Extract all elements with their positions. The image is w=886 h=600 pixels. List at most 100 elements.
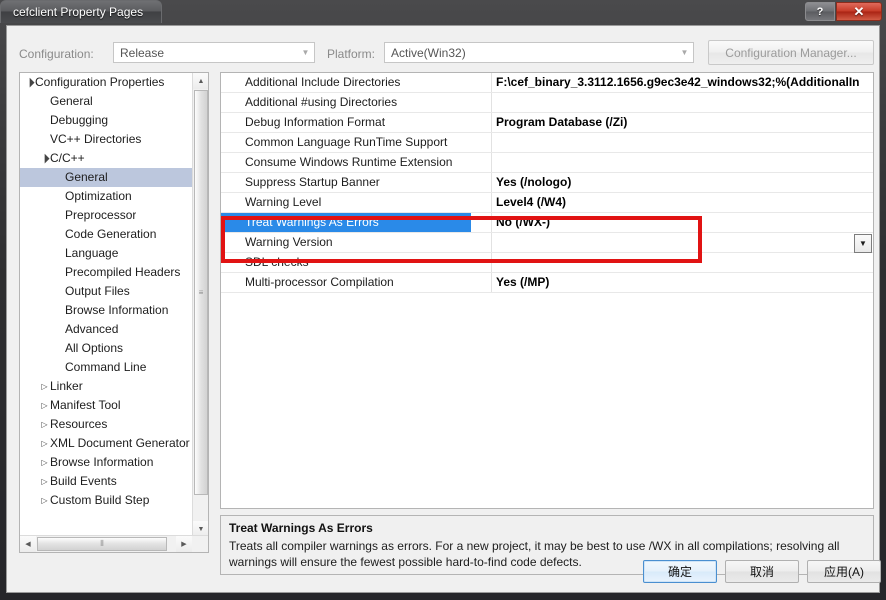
tree-item-label: Browse Information (50, 455, 154, 469)
tree-item-custom-build-step[interactable]: ▷ Custom Build Step (20, 491, 193, 510)
property-row[interactable]: Multi-processor Compilation Yes (/MP) (221, 273, 873, 293)
tree-item-c-c[interactable]: ◢ C/C++ (20, 149, 193, 168)
value-dropdown-button[interactable]: ▼ (854, 234, 872, 253)
column-splitter[interactable] (491, 113, 492, 132)
property-row[interactable]: Warning Version (221, 233, 873, 253)
property-name: Additional #using Directories (245, 95, 398, 109)
column-splitter[interactable] (491, 233, 492, 252)
property-row[interactable]: Debug Information Format Program Database… (221, 113, 873, 133)
expander-collapsed-icon[interactable]: ▷ (39, 377, 50, 396)
tree-item-preprocessor[interactable]: Preprocessor (20, 206, 193, 225)
column-splitter[interactable] (491, 93, 492, 112)
tree-horizontal-scroll-thumb[interactable]: ⦀ (37, 537, 167, 551)
expander-collapsed-icon[interactable]: ▷ (39, 434, 50, 453)
tree-item-command-line[interactable]: Command Line (20, 358, 193, 377)
property-value[interactable] (493, 233, 871, 252)
help-icon[interactable]: ? (805, 2, 835, 21)
property-row[interactable]: Additional #using Directories (221, 93, 873, 113)
tree-item-all-options[interactable]: All Options (20, 339, 193, 358)
property-row[interactable]: Additional Include Directories F:\cef_bin… (221, 73, 873, 93)
property-name: Treat Warnings As Errors (221, 213, 471, 232)
expander-collapsed-icon[interactable]: ▷ (39, 396, 50, 415)
property-row[interactable]: Warning Level Level4 (/W4) (221, 193, 873, 213)
tree-item-label: Custom Build Step (50, 493, 150, 507)
property-value[interactable]: Yes (/nologo) (493, 173, 871, 192)
tree-item-optimization[interactable]: Optimization (20, 187, 193, 206)
property-value[interactable]: Yes (/MP) (493, 273, 871, 292)
tree-item-configuration-properties[interactable]: ◢ Configuration Properties (20, 73, 193, 92)
configuration-value: Release (120, 45, 165, 60)
scroll-up-icon[interactable]: ▲ (193, 73, 208, 89)
column-splitter[interactable] (491, 253, 492, 272)
property-name: Warning Level (245, 195, 322, 209)
ok-button[interactable]: 确定 (643, 560, 717, 583)
tree-item-label: Command Line (65, 360, 147, 374)
column-splitter[interactable] (491, 193, 492, 212)
property-value[interactable]: No (/WX-) (493, 213, 871, 232)
column-splitter[interactable] (491, 173, 492, 192)
tree-item-language[interactable]: Language (20, 244, 193, 263)
tree-item-label: Precompiled Headers (65, 265, 181, 279)
column-splitter[interactable] (491, 153, 492, 172)
property-name: Suppress Startup Banner (245, 175, 380, 189)
tree-item-output-files[interactable]: Output Files (20, 282, 193, 301)
property-value[interactable]: Level4 (/W4) (493, 193, 871, 212)
chevron-down-icon: ▼ (680, 48, 689, 57)
tree-item-build-events[interactable]: ▷ Build Events (20, 472, 193, 491)
tree-item-browse-information[interactable]: ▷ Browse Information (20, 453, 193, 472)
tree-item-linker[interactable]: ▷ Linker (20, 377, 193, 396)
tree-item-label: General (50, 94, 93, 108)
property-value[interactable]: Program Database (/Zi) (493, 113, 871, 132)
tree-item-label: Code Generation (65, 227, 157, 241)
tree-item-advanced[interactable]: Advanced (20, 320, 193, 339)
property-name: Additional Include Directories (245, 75, 401, 89)
tree-item-general[interactable]: General (20, 92, 193, 111)
property-name: Multi-processor Compilation (245, 275, 394, 289)
property-row[interactable]: Common Language RunTime Support (221, 133, 873, 153)
close-icon[interactable]: ✕ (836, 2, 882, 21)
description-title: Treat Warnings As Errors (229, 521, 373, 535)
tree-item-general[interactable]: General (20, 168, 193, 187)
properties-tree-pane: ◢ Configuration Properties General Debuggin… (19, 72, 209, 553)
property-row[interactable]: Suppress Startup Banner Yes (/nologo) (221, 173, 873, 193)
tree-item-manifest-tool[interactable]: ▷ Manifest Tool (20, 396, 193, 415)
column-splitter[interactable] (491, 213, 492, 232)
property-value[interactable] (493, 93, 871, 112)
chevron-down-icon: ▼ (301, 48, 310, 57)
tree-item-browse-information[interactable]: Browse Information (20, 301, 193, 320)
tree-item-precompiled-headers[interactable]: Precompiled Headers (20, 263, 193, 282)
dialog-footer: 确定 取消 应用(A) (7, 550, 881, 592)
column-splitter[interactable] (491, 73, 492, 92)
expander-collapsed-icon[interactable]: ▷ (39, 415, 50, 434)
property-row[interactable]: Consume Windows Runtime Extension (221, 153, 873, 173)
property-name: Common Language RunTime Support (245, 135, 448, 149)
tree-vertical-scrollbar[interactable]: ▲ ≡ ▼ (192, 73, 208, 537)
property-value[interactable] (493, 253, 871, 272)
platform-label: Platform: (327, 47, 376, 61)
tree-item-xml-document-generator[interactable]: ▷ XML Document Generator (20, 434, 193, 453)
expander-collapsed-icon[interactable]: ▷ (39, 453, 50, 472)
column-splitter[interactable] (491, 133, 492, 152)
cancel-button[interactable]: 取消 (725, 560, 799, 583)
expander-collapsed-icon[interactable]: ▷ (39, 491, 50, 510)
tree-item-debugging[interactable]: Debugging (20, 111, 193, 130)
property-value[interactable] (493, 153, 871, 172)
property-row[interactable]: SDL checks (221, 253, 873, 273)
help-glyph: ? (816, 5, 824, 18)
apply-button[interactable]: 应用(A) (807, 560, 881, 583)
property-row[interactable]: Treat Warnings As Errors No (/WX-) (221, 213, 873, 233)
tree-item-code-generation[interactable]: Code Generation (20, 225, 193, 244)
configuration-select[interactable]: Release ▼ (113, 42, 315, 63)
property-value[interactable]: F:\cef_binary_3.3112.1656.g9ec3e42_windo… (493, 73, 871, 92)
tree-item-resources[interactable]: ▷ Resources (20, 415, 193, 434)
tree-item-vc-directories[interactable]: VC++ Directories (20, 130, 193, 149)
property-value[interactable] (493, 133, 871, 152)
tree-item-label: Build Events (50, 474, 117, 488)
column-splitter[interactable] (491, 273, 492, 292)
expander-collapsed-icon[interactable]: ▷ (39, 472, 50, 491)
platform-select[interactable]: Active(Win32) ▼ (384, 42, 694, 63)
tree-item-label: All Options (65, 341, 124, 355)
dialog-client-area: Configuration: Release ▼ Platform: Activ… (6, 25, 881, 593)
configuration-manager-button[interactable]: Configuration Manager... (708, 40, 874, 65)
tree-vertical-scroll-thumb[interactable]: ≡ (194, 90, 208, 495)
